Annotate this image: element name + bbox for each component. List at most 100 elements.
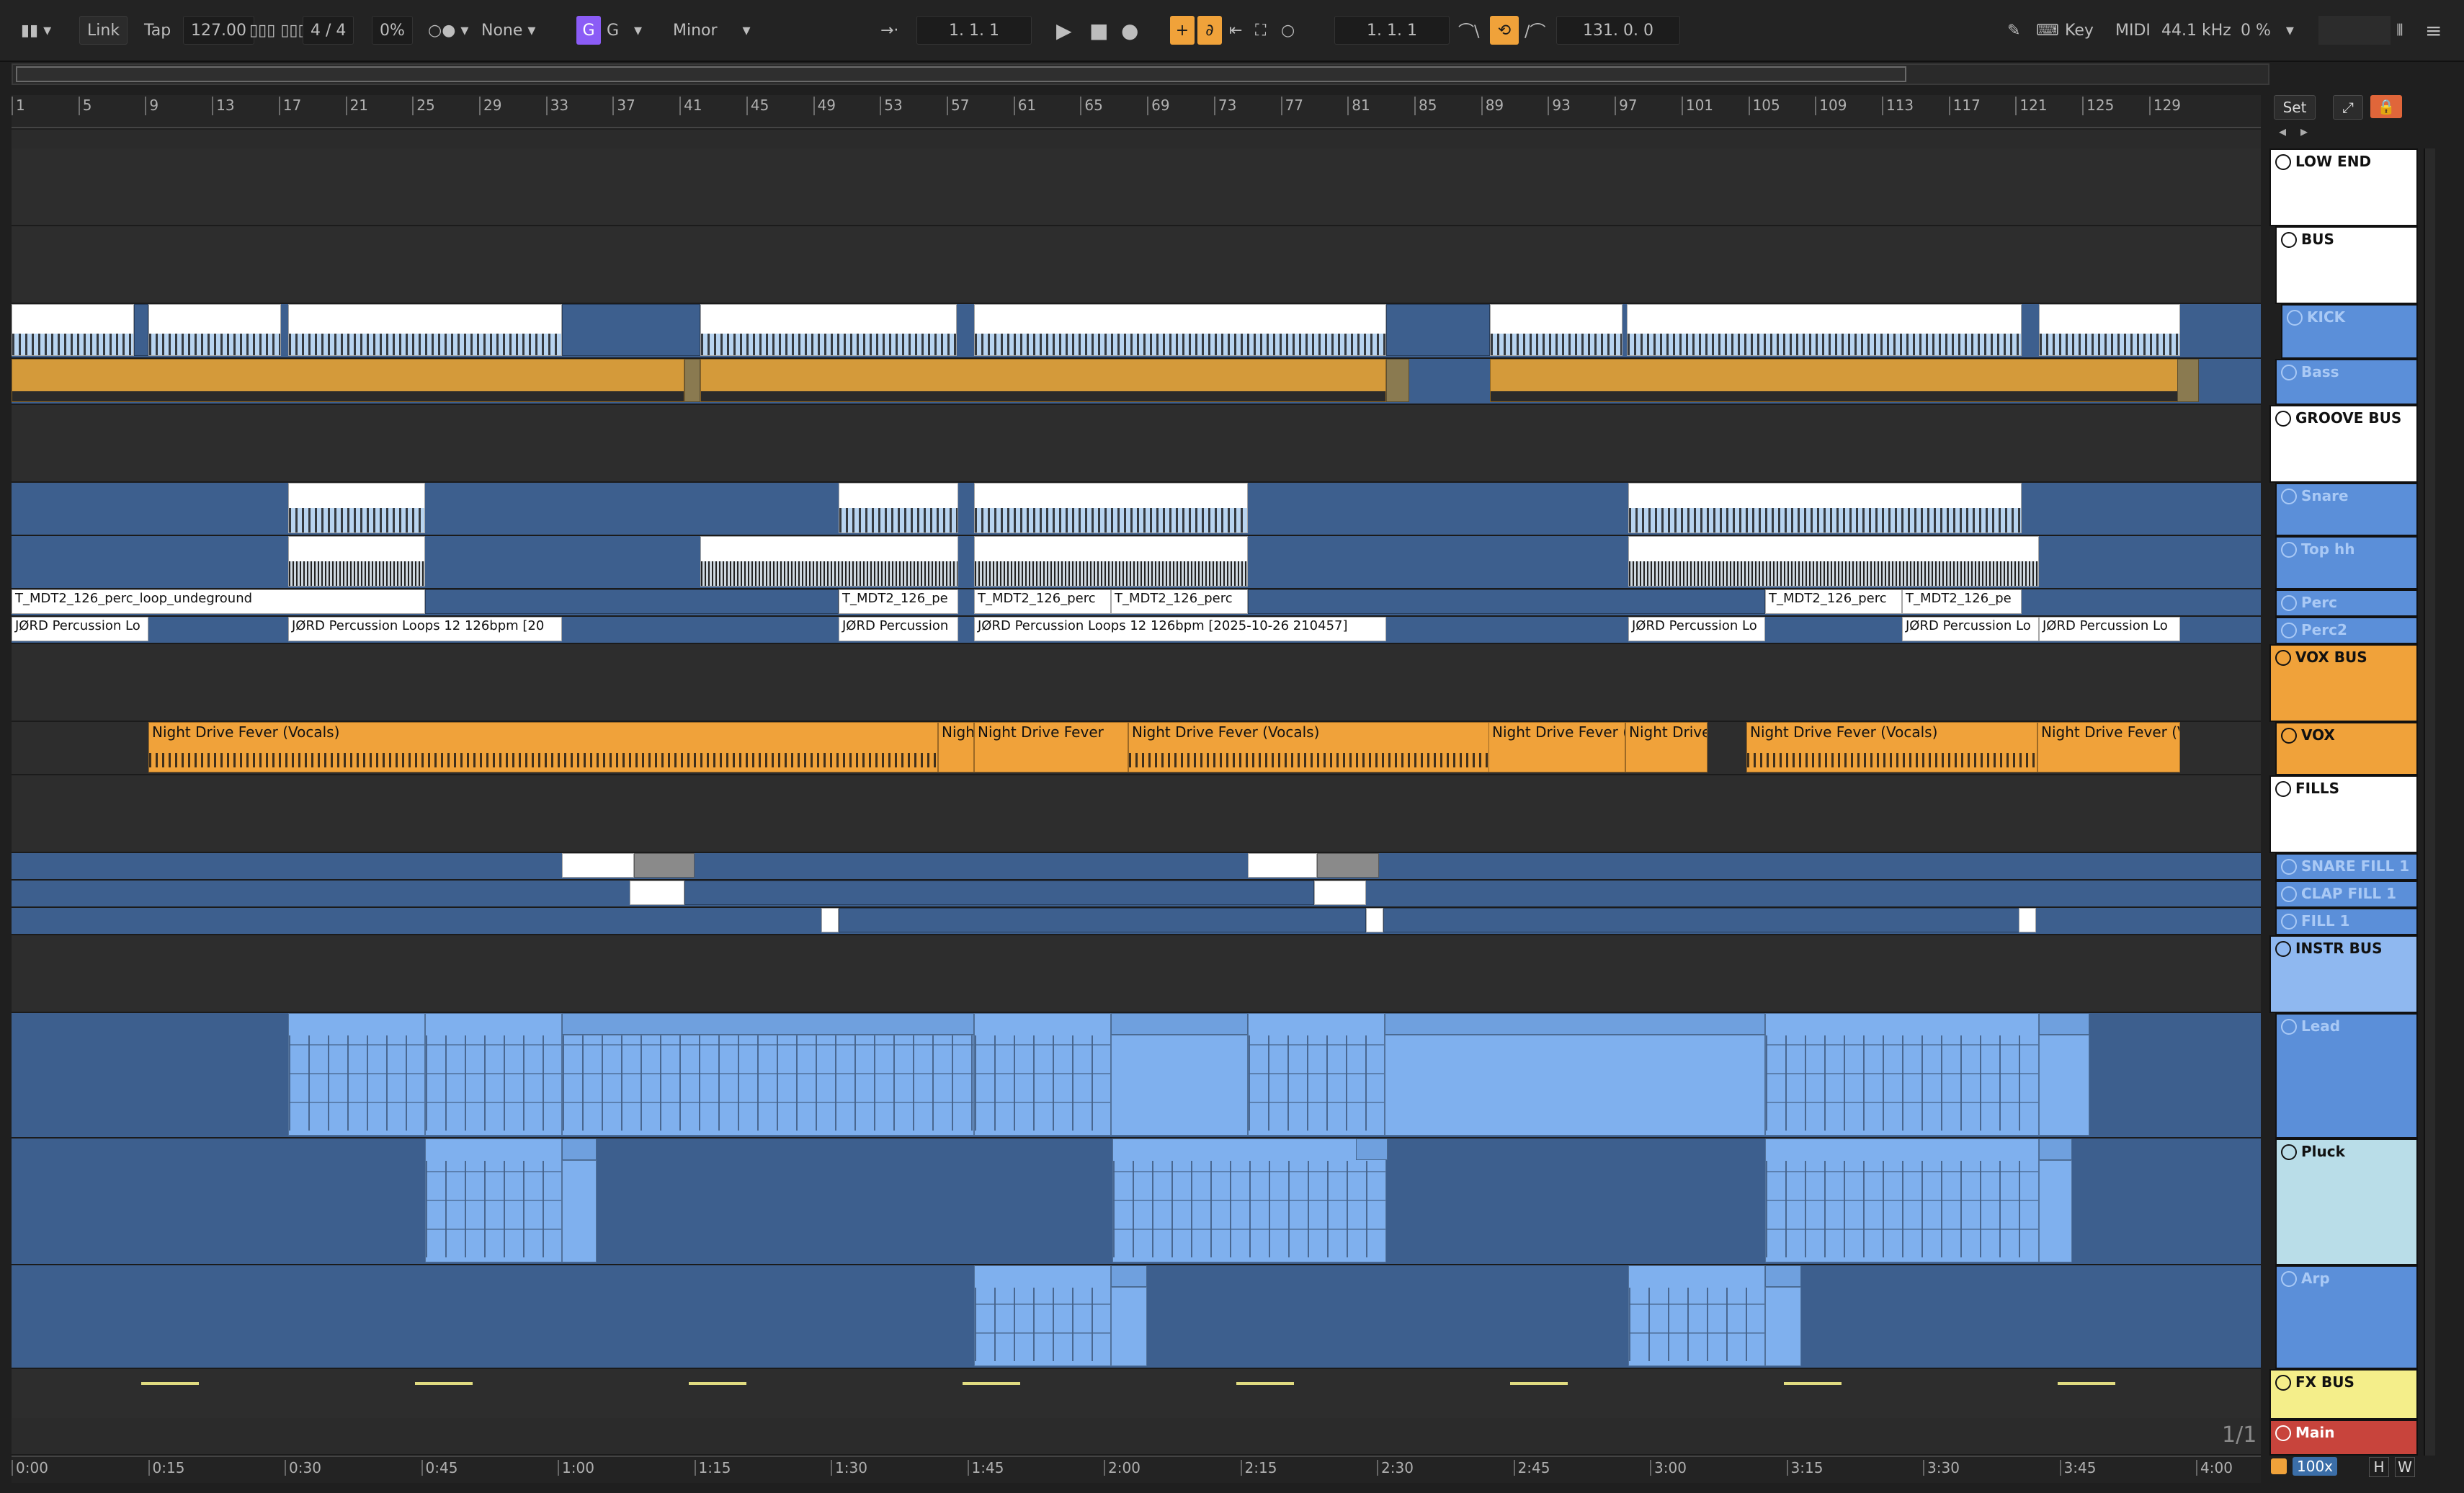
scale-mode-icon[interactable]: G xyxy=(576,16,601,45)
lead-clip[interactable] xyxy=(1765,1013,2039,1136)
lead-clip[interactable] xyxy=(425,1013,562,1136)
snare-clip[interactable] xyxy=(839,483,958,533)
perc2-clip[interactable]: JØRD Percussion Lo xyxy=(2039,617,2180,641)
lane-groove-bus[interactable] xyxy=(12,405,2261,483)
quantize-select[interactable]: None ▾ xyxy=(481,16,535,45)
lead-clip[interactable] xyxy=(2039,1035,2089,1136)
track-header-fill-1[interactable]: FILL 1 xyxy=(2275,908,2418,935)
tempo-field[interactable]: 127.00 xyxy=(183,16,254,45)
lane-low-end[interactable] xyxy=(12,148,2261,226)
fold-icon[interactable] xyxy=(2281,859,2297,875)
clap-fill-clip[interactable] xyxy=(1314,881,1366,905)
record-icon[interactable]: ● xyxy=(1121,16,1138,45)
overdub-icon[interactable]: + xyxy=(1170,16,1195,45)
cpu-meter[interactable]: 0 % ▾ xyxy=(2241,16,2294,45)
scale-select[interactable]: Minor ▾ xyxy=(673,16,774,45)
link-button[interactable]: Link xyxy=(79,16,128,45)
top-hh-clip[interactable] xyxy=(974,536,1248,587)
loop-switch-icon[interactable]: ⟲ xyxy=(1490,16,1519,45)
lane-bass[interactable] xyxy=(12,359,2261,405)
perc2-clip[interactable]: JØRD Percussion Lo xyxy=(1902,617,2039,641)
lane-kick[interactable] xyxy=(12,304,2261,359)
fill-clip[interactable] xyxy=(1366,908,1383,932)
lock-icon[interactable]: 🔒 xyxy=(2370,95,2402,118)
fold-icon[interactable] xyxy=(2275,154,2291,170)
lane-lead[interactable] xyxy=(12,1013,2261,1138)
track-header-low-end[interactable]: LOW END xyxy=(2269,148,2418,226)
track-header-snare[interactable]: Snare xyxy=(2275,483,2418,536)
track-header-pluck[interactable]: Pluck xyxy=(2275,1138,2418,1265)
snare-clip[interactable] xyxy=(974,483,1248,533)
kick-clip[interactable] xyxy=(1490,304,1622,356)
zoom-level[interactable]: 100x xyxy=(2293,1457,2338,1476)
vox-clip[interactable]: Night Drive Fever (Vocals) xyxy=(1746,722,2037,772)
fold-icon[interactable] xyxy=(2281,542,2297,558)
pluck-clip[interactable] xyxy=(2039,1160,2072,1262)
fold-icon[interactable] xyxy=(2281,623,2297,638)
track-header-perc[interactable]: Perc xyxy=(2275,589,2418,617)
snare-fill-clip[interactable] xyxy=(562,853,634,878)
punch-in-icon[interactable]: ⌒\ xyxy=(1458,16,1479,45)
midi-map-button[interactable]: MIDI xyxy=(2115,16,2151,45)
bass-clip[interactable] xyxy=(1490,359,2189,402)
overview-viewport[interactable] xyxy=(16,66,1906,82)
snare-clip[interactable] xyxy=(288,483,425,533)
pluck-clip[interactable] xyxy=(1112,1138,1386,1262)
loop-length-field[interactable]: 131. 0. 0 xyxy=(1556,16,1680,45)
vertical-scrollbar[interactable] xyxy=(2424,148,2435,1456)
session-record-icon[interactable]: ○ xyxy=(1281,16,1295,45)
fold-icon[interactable] xyxy=(2281,886,2297,902)
track-header-lead[interactable]: Lead xyxy=(2275,1013,2418,1138)
play-icon[interactable]: ▶ xyxy=(1056,16,1072,45)
perc2-clip[interactable]: JØRD Percussion Lo xyxy=(1628,617,1765,641)
lane-bus[interactable] xyxy=(12,226,2261,304)
lead-clip[interactable] xyxy=(562,1035,974,1136)
fold-icon[interactable] xyxy=(2281,232,2297,248)
perc-clip[interactable]: T_MDT2_126_perc xyxy=(1111,589,1248,614)
prev-locator-icon[interactable]: ◂ xyxy=(2274,122,2291,140)
lane-fill-1[interactable] xyxy=(12,908,2261,935)
fold-icon[interactable] xyxy=(2275,411,2291,427)
fill-clip[interactable] xyxy=(821,908,839,932)
kick-clip[interactable] xyxy=(288,304,562,356)
track-header-fills[interactable]: FILLS xyxy=(2269,775,2418,853)
expand-icon[interactable]: ⤢ xyxy=(2333,95,2363,120)
vox-clip[interactable]: Night Drive Fever xyxy=(974,722,1128,772)
perc2-clip[interactable]: JØRD Percussion Loops 12 126bpm [2025-10… xyxy=(974,617,1386,641)
lane-fx-bus[interactable] xyxy=(12,1369,2261,1420)
menu-icon[interactable]: ≡ xyxy=(2425,16,2442,45)
set-locator-button[interactable]: Set xyxy=(2274,95,2316,120)
computer-keyboard-icon[interactable]: ⌨ xyxy=(2036,16,2059,45)
metronome-nudge-icon[interactable]: ▯▯▯ ▯▯▯ xyxy=(249,16,307,45)
vox-clip[interactable]: Night Drive Fever (Vocals) xyxy=(148,722,938,772)
fold-icon[interactable] xyxy=(2281,728,2297,744)
fold-icon[interactable] xyxy=(2275,650,2291,666)
perc2-clip[interactable]: JØRD Percussion xyxy=(839,617,958,641)
kick-clip[interactable] xyxy=(148,304,281,356)
key-map-button[interactable]: Key xyxy=(2065,16,2094,45)
fold-icon[interactable] xyxy=(2281,1271,2297,1287)
snare-fill-clip[interactable] xyxy=(1317,853,1379,878)
lane-clap-fill[interactable] xyxy=(12,881,2261,908)
perc-clip[interactable]: T_MDT2_126_pe xyxy=(1902,589,2022,614)
perc2-clip[interactable]: JØRD Percussion Loops 12 126bpm [20 xyxy=(288,617,562,641)
vox-clip[interactable]: Nigh xyxy=(938,722,974,772)
perc-clip[interactable]: T_MDT2_126_pe xyxy=(839,589,958,614)
swing-field[interactable]: 0% xyxy=(372,16,413,45)
track-header-top-hh[interactable]: Top hh xyxy=(2275,536,2418,589)
stop-icon[interactable]: ■ xyxy=(1089,16,1108,45)
fold-icon[interactable] xyxy=(2275,1425,2291,1441)
capture-icon[interactable]: ⛶ xyxy=(1255,16,1266,45)
bass-clip[interactable] xyxy=(700,359,1386,402)
arrangement-view[interactable]: T_MDT2_126_perc_loop_undeground T_MDT2_1… xyxy=(12,130,2261,1456)
fold-icon[interactable] xyxy=(2275,781,2291,797)
fold-icon[interactable] xyxy=(2281,1019,2297,1035)
lane-vox[interactable]: Night Drive Fever (Vocals) Nigh Night Dr… xyxy=(12,722,2261,775)
loop-start-field[interactable]: 1. 1. 1 xyxy=(1334,16,1450,45)
pluck-clip[interactable] xyxy=(1765,1138,2039,1262)
fold-icon[interactable] xyxy=(2281,914,2297,930)
lane-fills[interactable] xyxy=(12,775,2261,853)
fold-icon[interactable] xyxy=(2281,489,2297,504)
fold-icon[interactable] xyxy=(2281,1144,2297,1160)
back-to-arrangement-icon[interactable]: ⇤ xyxy=(1229,16,1242,45)
